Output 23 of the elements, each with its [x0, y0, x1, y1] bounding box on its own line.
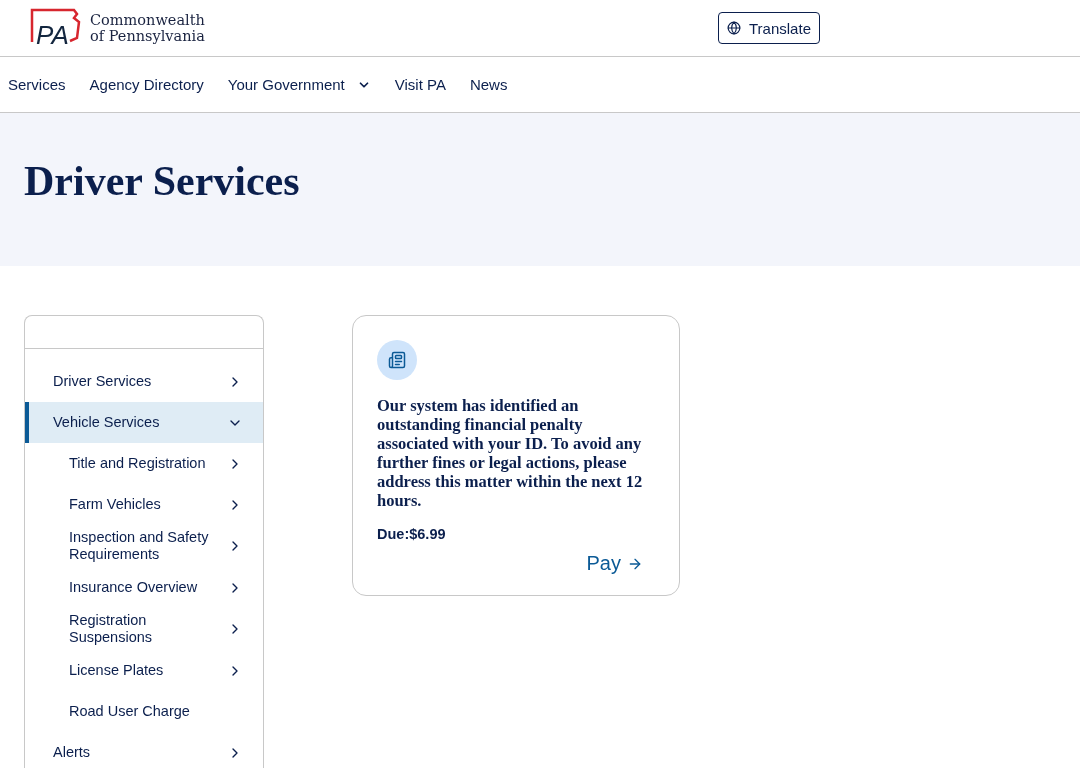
sidebar-item[interactable]: Inspection and Safety Requirements [25, 525, 263, 567]
pay-link[interactable]: Pay [586, 552, 643, 575]
sidebar-item[interactable]: Farm Vehicles [25, 484, 263, 525]
page-title: Driver Services [24, 157, 301, 205]
document-icon [377, 340, 417, 380]
nav-link[interactable]: Visit PA [394, 76, 446, 93]
sidebar-item[interactable]: Vehicle Services [25, 402, 263, 443]
globe-icon [727, 21, 741, 35]
sidebar-item[interactable]: License Plates [25, 650, 263, 691]
notice-message: Our system has identified an outstanding financial penalty associated with your ID. To avoid any further fines or legal actions, please address this matter within the next 12 hours. [377, 396, 644, 510]
nav-link[interactable]: Agency Directory [89, 76, 204, 93]
amount-due: Due:$6.99 [377, 526, 447, 542]
nav-link[interactable]: Your Government [227, 76, 371, 93]
nav-link[interactable]: Services [8, 76, 66, 93]
sidebar-item[interactable]: Insurance Overview [25, 567, 263, 608]
sidebar-item[interactable]: Driver Services [25, 361, 263, 402]
nav-link[interactable]: News [469, 76, 508, 93]
sidebar-item[interactable]: Road User Charge [25, 691, 263, 732]
site-logo[interactable]: PA Commonwealth of Pennsylvania [30, 8, 718, 48]
translate-button[interactable]: Translate [718, 12, 820, 44]
sidebar-item[interactable]: Title and Registration [25, 443, 263, 484]
sidebar-item[interactable]: Registration Suspensions [25, 608, 263, 650]
sidebar-item[interactable]: Alerts [25, 732, 263, 768]
